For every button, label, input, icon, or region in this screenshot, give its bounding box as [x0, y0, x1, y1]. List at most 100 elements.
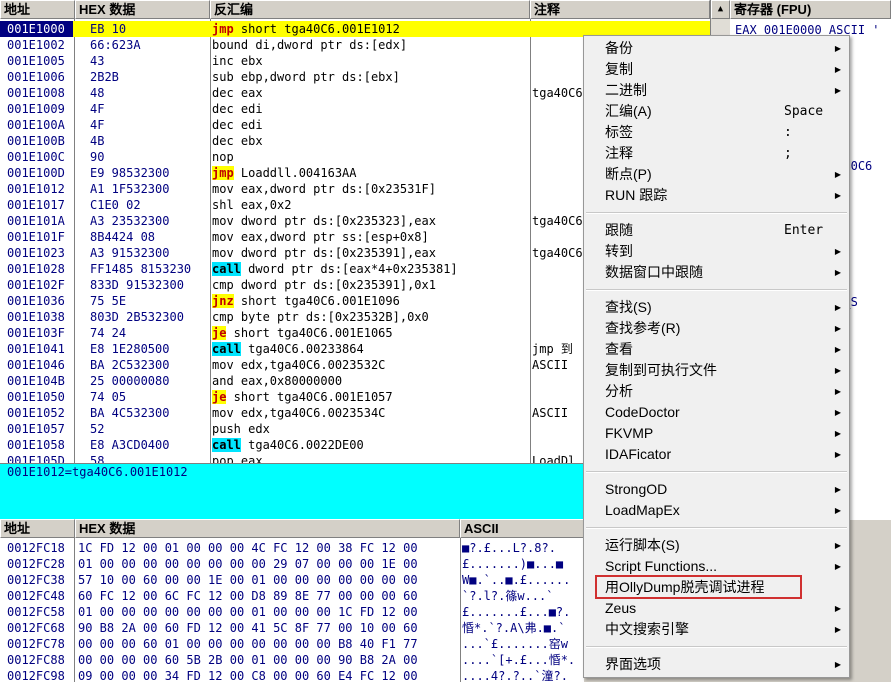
- row-hex: 52: [90, 422, 105, 436]
- menu-item[interactable]: 注释;: [586, 143, 847, 164]
- menu-item[interactable]: Zeus ▶: [586, 598, 847, 619]
- row-address: 001E1028: [7, 262, 65, 276]
- dump-hex: 00 00 00 60 01 00 00 00 00 00 00 00 B8 4…: [78, 637, 418, 651]
- row-address: 001E1046: [7, 358, 65, 372]
- row-disassembly: jmp short tga40C6.001E1012: [212, 21, 530, 37]
- dump-ascii: ...`£.......窑w: [462, 637, 568, 651]
- row-disassembly: shl eax,0x2: [212, 198, 292, 212]
- scroll-up-button[interactable]: ▲: [711, 0, 730, 19]
- menu-item-label: Zeus: [605, 600, 637, 616]
- menu-item[interactable]: 断点(P) ▶: [586, 164, 847, 185]
- dump-row[interactable]: 0012FC58 01 00 00 00 00 00 00 00 01 00 00…: [0, 604, 584, 620]
- row-hex: BA 4C532300: [90, 406, 170, 420]
- menu-separator: [586, 527, 847, 529]
- dump-address: 0012FC28: [7, 557, 65, 571]
- dump-header-hex[interactable]: HEX 数据: [75, 519, 460, 538]
- menu-item[interactable]: 复制 ▶: [586, 59, 847, 80]
- menu-item[interactable]: LoadMapEx ▶: [586, 500, 847, 521]
- row-disassembly: jmp Loaddll.004163AA: [212, 165, 530, 181]
- menu-item[interactable]: 备份 ▶: [586, 38, 847, 59]
- submenu-arrow-icon: ▶: [834, 604, 841, 613]
- dump-hex: 00 00 00 00 60 5B 2B 00 01 00 00 00 90 B…: [78, 653, 418, 667]
- menu-item-label: 断点(P): [605, 166, 652, 182]
- row-address: 001E1052: [7, 406, 65, 420]
- registers-header[interactable]: 寄存器 (FPU): [730, 0, 891, 19]
- menu-item[interactable]: CodeDoctor ▶: [586, 402, 847, 423]
- menu-item[interactable]: RUN 跟踪 ▶: [586, 185, 847, 206]
- submenu-arrow-icon: ▶: [834, 625, 841, 634]
- dump-row[interactable]: 0012FC68 90 B8 2A 00 60 FD 12 00 41 5C 8F…: [0, 620, 584, 636]
- dump-hex: 01 00 00 00 00 00 00 00 01 00 00 00 1C F…: [78, 605, 418, 619]
- menu-item-label: 注释: [605, 145, 633, 161]
- instruction-operands: short tga40C6.001E1096: [233, 294, 400, 308]
- menu-item-label: 查看: [605, 341, 633, 357]
- menu-item[interactable]: StrongOD ▶: [586, 479, 847, 500]
- dump-row[interactable]: 0012FC78 00 00 00 60 01 00 00 00 00 00 00…: [0, 636, 584, 652]
- menu-item[interactable]: 运行脚本(S) ▶: [586, 535, 847, 556]
- dump-row[interactable]: 0012FC28 01 00 00 00 00 00 00 00 00 29 07…: [0, 556, 584, 572]
- submenu-arrow-icon: ▶: [834, 324, 841, 333]
- dump-row[interactable]: 0012FC18 1C FD 12 00 01 00 00 00 4C FC 12…: [0, 540, 584, 556]
- row-address: 001E100D: [7, 166, 65, 180]
- row-hex: 48: [90, 86, 105, 100]
- memory-dump-pane[interactable]: 地址 HEX 数据 ASCII 0012FC18 1C FD 12 00 01 0…: [0, 519, 584, 682]
- row-hex: E9 98532300: [90, 166, 170, 180]
- dump-header-ascii[interactable]: ASCII: [460, 519, 584, 538]
- menu-item-label: 查找(S): [605, 299, 652, 315]
- row-disassembly: pop eax: [212, 454, 263, 463]
- row-address: 001E100C: [7, 150, 65, 164]
- col-header-disassembly[interactable]: 反汇编: [210, 0, 530, 19]
- menu-item[interactable]: 标签:: [586, 122, 847, 143]
- row-disassembly: bound di,dword ptr ds:[edx]: [212, 38, 408, 52]
- row-hex: 4F: [90, 118, 105, 132]
- menu-item[interactable]: 中文搜索引擎 ▶: [586, 619, 847, 640]
- menu-item[interactable]: 数据窗口中跟随 ▶: [586, 262, 847, 283]
- menu-item[interactable]: FKVMP ▶: [586, 423, 847, 444]
- row-hex: 74 05: [90, 390, 127, 404]
- dump-row[interactable]: 0012FC48 60 FC 12 00 6C FC 12 00 D8 89 8E…: [0, 588, 584, 604]
- menu-item[interactable]: 转到 ▶: [586, 241, 847, 262]
- row-address: 001E101F: [7, 230, 65, 244]
- row-hex: E8 1E280500: [90, 342, 170, 356]
- row-disassembly: sub ebp,dword ptr ds:[ebx]: [212, 70, 400, 84]
- submenu-arrow-icon: ▶: [834, 562, 841, 571]
- submenu-arrow-icon: ▶: [834, 660, 841, 669]
- row-disassembly: inc ebx: [212, 54, 263, 68]
- instruction-keyword: call: [212, 342, 241, 356]
- col-header-comment[interactable]: 注释: [530, 0, 710, 19]
- menu-item[interactable]: 查找参考(R) ▶: [586, 318, 847, 339]
- dump-ascii: W■.`..■.£......: [462, 573, 571, 587]
- menu-item[interactable]: 跟随 Enter: [586, 220, 847, 241]
- context-menu[interactable]: 备份 ▶ 复制 ▶ 二进制 ▶ 汇编(A) Space 标签: 注释; 断点(P) ▶ RUN 跟踪 ▶ 跟…: [583, 35, 850, 678]
- menu-item-label: 汇编(A): [605, 103, 652, 119]
- dump-row[interactable]: 0012FC88 00 00 00 00 60 5B 2B 00 01 00 00…: [0, 652, 584, 668]
- row-disassembly: mov eax,dword ptr ds:[0x23531F]: [212, 182, 436, 196]
- menu-item-label: 二进制: [605, 82, 647, 98]
- dump-row[interactable]: 0012FC38 57 10 00 60 00 00 1E 00 01 00 00…: [0, 572, 584, 588]
- dump-row[interactable]: 0012FC98 09 00 00 00 34 FD 12 00 C8 00 00…: [0, 668, 584, 682]
- instruction-keyword: jmp: [212, 22, 234, 36]
- row-address: 001E100B: [7, 134, 65, 148]
- row-hex: 803D 2B532300: [90, 310, 184, 324]
- menu-item[interactable]: 二进制 ▶: [586, 80, 847, 101]
- menu-item[interactable]: Script Functions... ▶: [586, 556, 847, 577]
- menu-item[interactable]: 查看 ▶: [586, 339, 847, 360]
- dump-header-address[interactable]: 地址: [0, 519, 75, 538]
- row-hex: 43: [90, 54, 105, 68]
- row-hex: 75 5E: [90, 294, 127, 308]
- menu-item[interactable]: 分析 ▶: [586, 381, 847, 402]
- menu-item[interactable]: 界面选项 ▶: [586, 654, 847, 675]
- row-hex: E8 A3CD0400: [90, 438, 170, 452]
- menu-item[interactable]: 汇编(A) Space: [586, 101, 847, 122]
- row-hex: 66:623A: [90, 38, 141, 52]
- row-address: 001E1058: [7, 438, 65, 452]
- menu-item-label: Script Functions...: [605, 558, 718, 574]
- dump-ascii: `?.l?.篠w...`: [462, 589, 554, 603]
- dump-hex: 1C FD 12 00 01 00 00 00 4C FC 12 00 38 F…: [78, 541, 418, 555]
- menu-item[interactable]: 查找(S) ▶: [586, 297, 847, 318]
- menu-item[interactable]: 复制到可执行文件 ▶: [586, 360, 847, 381]
- menu-item[interactable]: IDAFicator ▶: [586, 444, 847, 465]
- row-address: 001E1002: [7, 38, 65, 52]
- col-header-hex[interactable]: HEX 数据: [75, 0, 210, 19]
- col-header-address[interactable]: 地址: [0, 0, 75, 19]
